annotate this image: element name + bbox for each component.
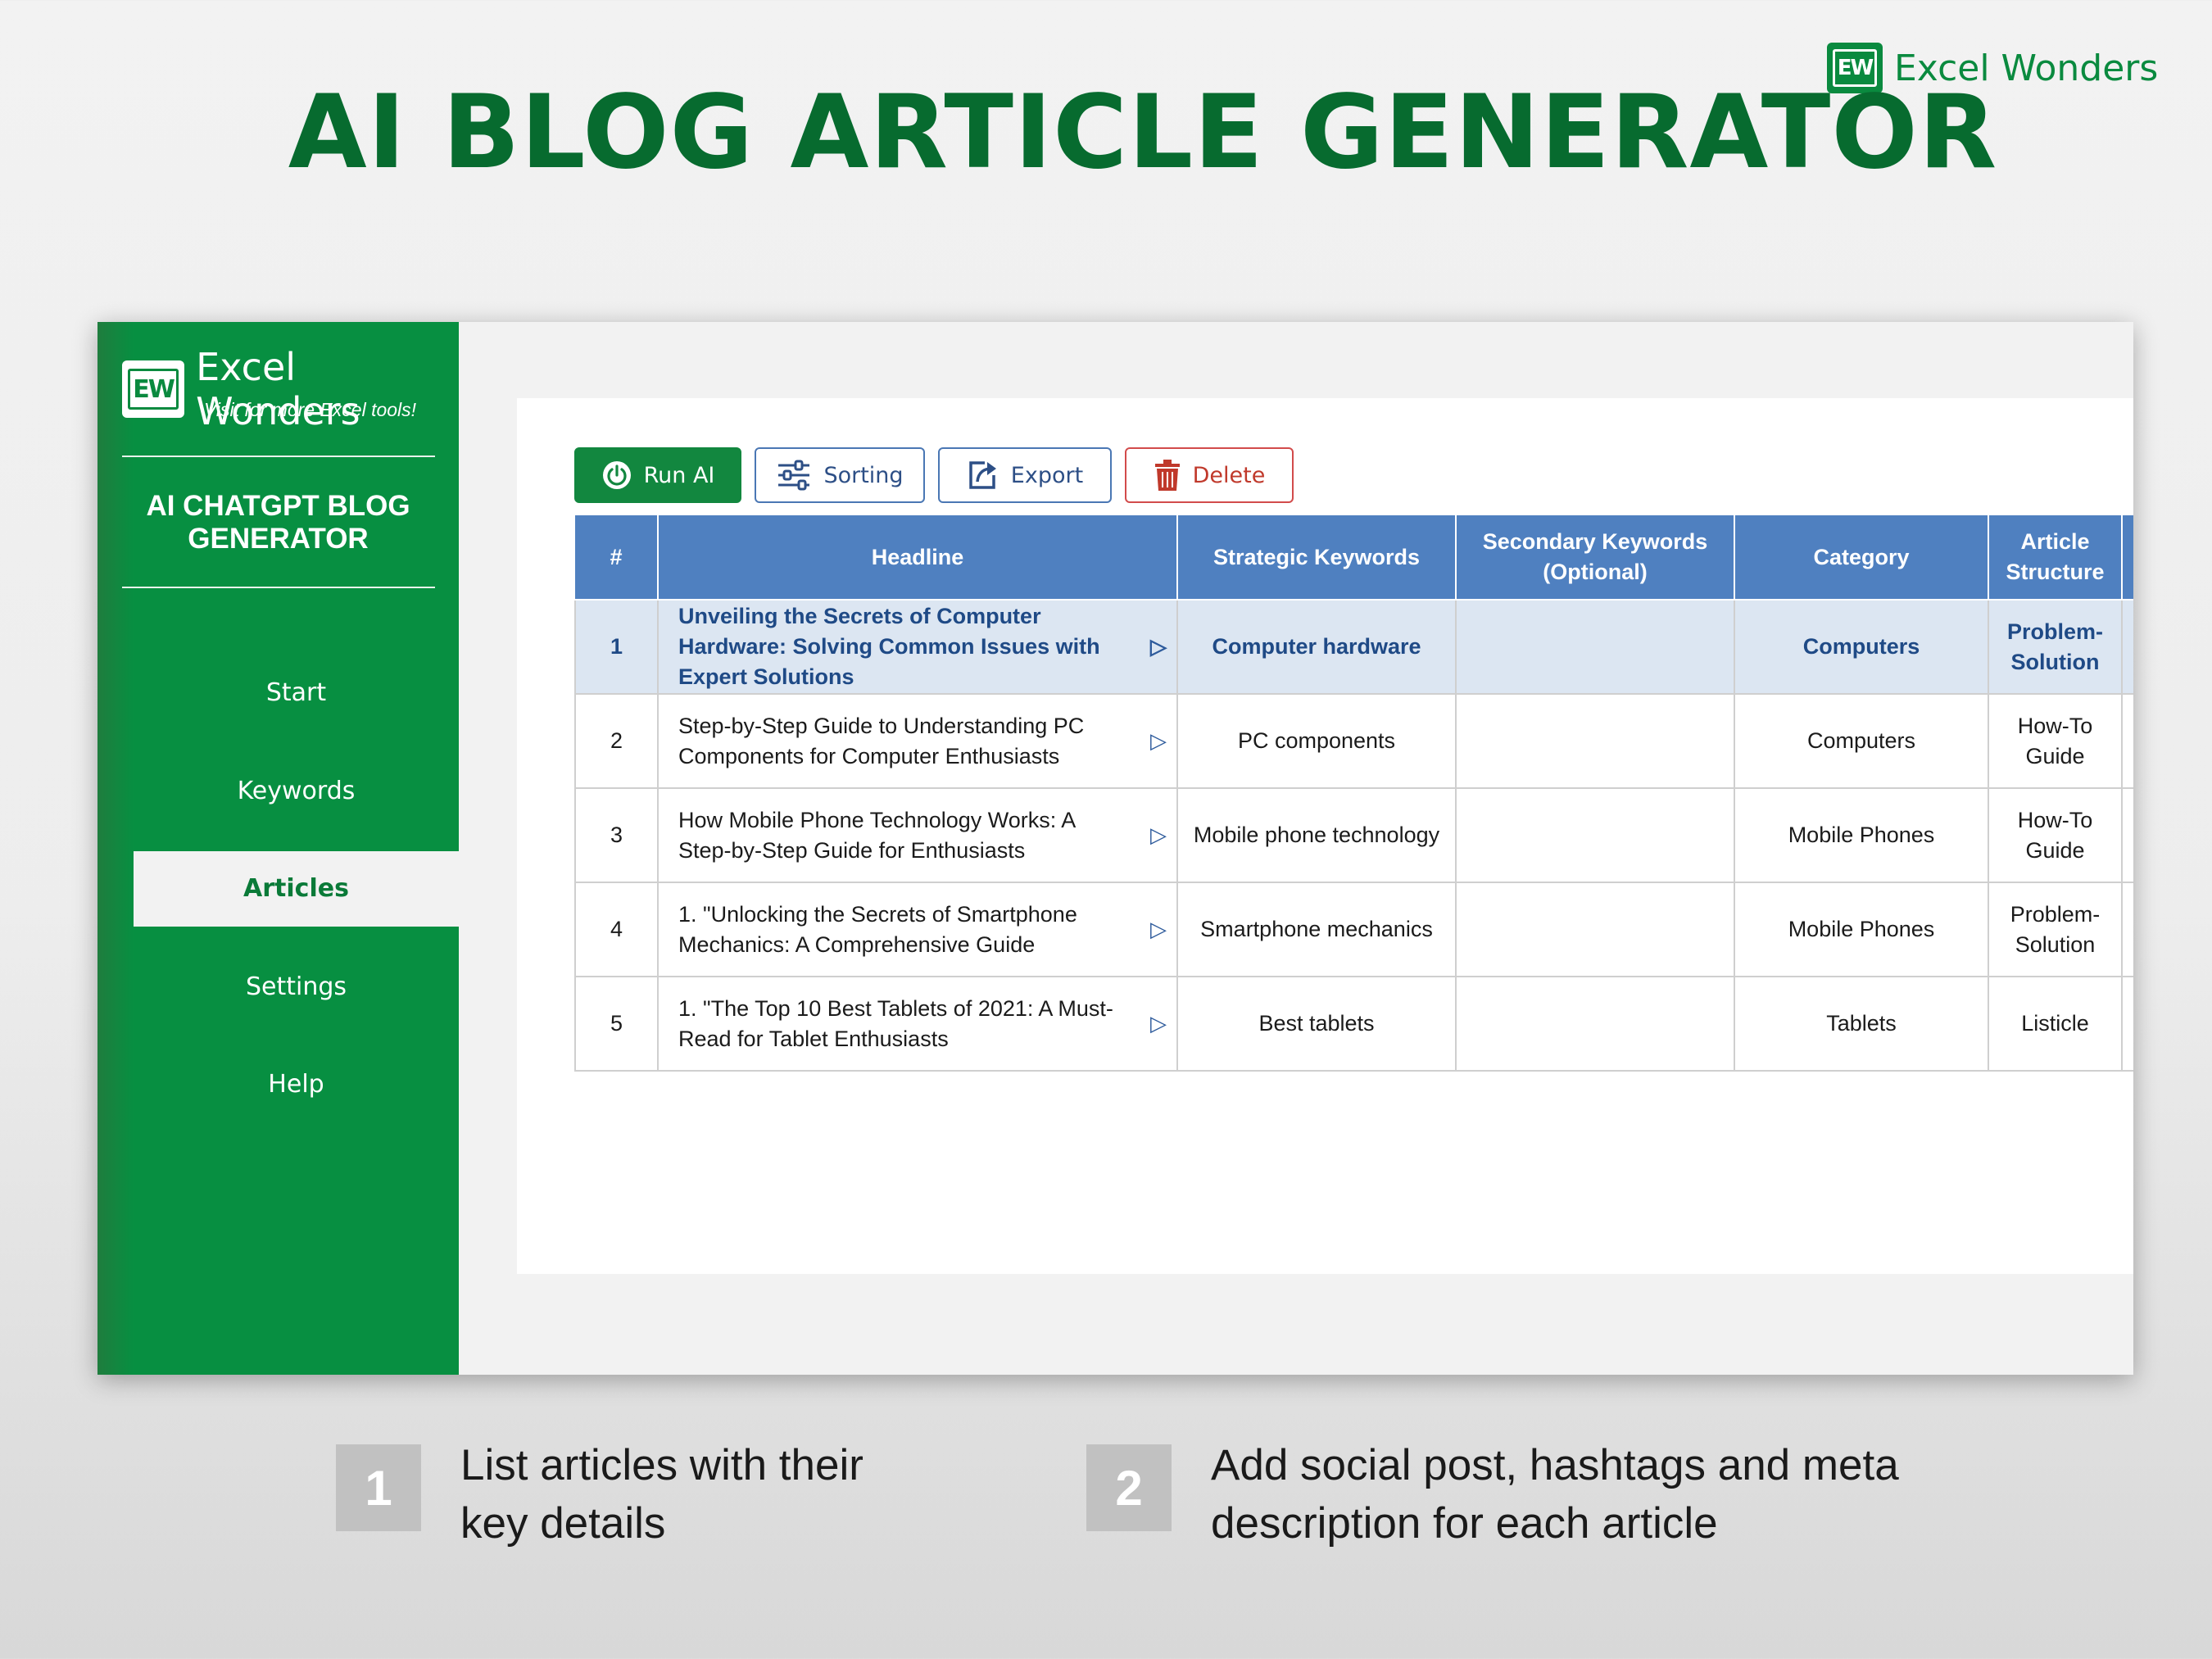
table-row[interactable]: 2 Step-by-Step Guide to Understanding PC…	[574, 693, 2133, 789]
headline-text: 1. "Unlocking the Secrets of Smartphone …	[678, 901, 1077, 957]
headline-text: How Mobile Phone Technology Works: A Ste…	[678, 807, 1075, 863]
page-title: AI BLOG ARTICLE GENERATOR	[288, 74, 1998, 192]
feature-text-line1: List articles with their	[460, 1441, 863, 1489]
export-icon	[969, 461, 996, 489]
power-icon	[602, 461, 631, 489]
table-row[interactable]: 5 1. "The Top 10 Best Tablets of 2021: A…	[574, 976, 2133, 1072]
category-cell[interactable]: Mobile Phones	[1734, 787, 1989, 883]
strategic-keywords-cell[interactable]: Computer hardware	[1176, 599, 1457, 695]
article-structure-cell[interactable]: How-To Guide	[1988, 693, 2123, 789]
article-structure-cell[interactable]: How-To Guide	[1988, 787, 2123, 883]
play-icon[interactable]: ▷	[1119, 632, 1167, 662]
row-number: 4	[574, 882, 659, 977]
sorting-label: Sorting	[823, 462, 904, 488]
row-number: 2	[574, 693, 659, 789]
app-title: AI CHATGPT BLOG GENERATOR	[97, 490, 459, 555]
trash-icon	[1154, 460, 1180, 491]
play-icon[interactable]: ▷	[1119, 914, 1167, 945]
sidebar-item-help[interactable]: Help	[134, 1047, 459, 1122]
sidebar-tagline-link[interactable]: Visit for more Excel tools!	[204, 399, 416, 421]
feature-text: List articles with their key details	[460, 1436, 863, 1552]
feature-1: 1 List articles with their key details	[336, 1441, 863, 1552]
column-header-category[interactable]: Category	[1734, 515, 1989, 601]
article-structure-cell[interactable]: Problem-Solution	[1988, 599, 2123, 695]
app-title-line1: AI CHATGPT BLOG	[146, 490, 410, 522]
category-cell[interactable]: Computers	[1734, 693, 1989, 789]
row-number: 1	[574, 599, 659, 695]
strategic-keywords-cell[interactable]: Mobile phone technology	[1176, 787, 1457, 883]
column-header-number[interactable]: #	[575, 515, 659, 601]
row-number: 5	[574, 976, 659, 1072]
headline-text: Unveiling the Secrets of Computer Hardwa…	[678, 604, 1100, 689]
headline-cell[interactable]: How Mobile Phone Technology Works: A Ste…	[657, 787, 1178, 883]
feature-text-line2: key details	[460, 1499, 666, 1548]
play-icon[interactable]: ▷	[1119, 1009, 1167, 1039]
run-ai-label: Run AI	[643, 462, 715, 488]
strategic-keywords-cell[interactable]: Best tablets	[1176, 976, 1457, 1072]
column-header-article-structure[interactable]: Article Structure	[1988, 515, 2123, 601]
headline-text: 1. "The Top 10 Best Tablets of 2021: A M…	[678, 995, 1113, 1051]
table-header-row: # Headline Strategic Keywords Secondary …	[575, 515, 2133, 601]
logo-mark: EW	[128, 369, 179, 410]
column-header-strategic-keywords[interactable]: Strategic Keywords	[1176, 515, 1457, 601]
play-icon[interactable]: ▷	[1119, 820, 1167, 850]
sidebar-divider	[122, 456, 435, 457]
overflow-cell	[2121, 693, 2133, 789]
sidebar-item-keywords[interactable]: Keywords	[134, 754, 459, 829]
delete-label: Delete	[1192, 462, 1266, 488]
column-header-headline[interactable]: Headline	[657, 515, 1178, 601]
row-number: 3	[574, 787, 659, 883]
feature-text-line1: Add social post, hashtags and meta	[1211, 1441, 1899, 1489]
column-header-secondary-keywords[interactable]: Secondary Keywords (Optional)	[1455, 515, 1735, 601]
toolbar: Run AI Sorting Export Delete	[574, 447, 1294, 503]
secondary-keywords-cell[interactable]	[1455, 599, 1735, 695]
feature-number-badge: 1	[336, 1444, 421, 1531]
sidebar-divider	[122, 587, 435, 588]
sorting-button[interactable]: Sorting	[755, 447, 925, 503]
sidebar: EW Excel Wonders Visit for more Excel to…	[97, 322, 459, 1375]
strategic-keywords-cell[interactable]: PC components	[1176, 693, 1457, 789]
overflow-cell	[2121, 976, 2133, 1072]
table-row[interactable]: 1 Unveiling the Secrets of Computer Hard…	[574, 599, 2133, 695]
headline-cell[interactable]: 1. "Unlocking the Secrets of Smartphone …	[657, 882, 1178, 977]
headline-text: Step-by-Step Guide to Understanding PC C…	[678, 713, 1085, 768]
articles-table: # Headline Strategic Keywords Secondary …	[574, 515, 2133, 1072]
feature-number-badge: 2	[1086, 1444, 1172, 1531]
feature-text: Add social post, hashtags and meta descr…	[1211, 1436, 1899, 1552]
table-row[interactable]: 4 1. "Unlocking the Secrets of Smartphon…	[574, 882, 2133, 977]
overflow-cell	[2121, 882, 2133, 977]
overflow-cell	[2121, 787, 2133, 883]
export-label: Export	[1010, 462, 1084, 488]
category-cell[interactable]: Tablets	[1734, 976, 1989, 1072]
headline-cell[interactable]: Step-by-Step Guide to Understanding PC C…	[657, 693, 1178, 789]
export-button[interactable]: Export	[938, 447, 1112, 503]
secondary-keywords-cell[interactable]	[1455, 787, 1735, 883]
delete-button[interactable]: Delete	[1125, 447, 1294, 503]
headline-cell[interactable]: 1. "The Top 10 Best Tablets of 2021: A M…	[657, 976, 1178, 1072]
overflow-cell	[2121, 599, 2133, 695]
sliders-icon	[778, 460, 810, 491]
sidebar-item-settings[interactable]: Settings	[134, 950, 459, 1025]
article-structure-cell[interactable]: Problem-Solution	[1988, 882, 2123, 977]
run-ai-button[interactable]: Run AI	[574, 447, 741, 503]
play-icon[interactable]: ▷	[1119, 726, 1167, 756]
articles-panel: Run AI Sorting Export Delete # Headline …	[517, 398, 2133, 1274]
feature-text-line2: description for each article	[1211, 1499, 1718, 1548]
column-header-overflow	[2121, 515, 2133, 601]
table-row[interactable]: 3 How Mobile Phone Technology Works: A S…	[574, 787, 2133, 883]
app-title-line2: GENERATOR	[188, 523, 369, 555]
category-cell[interactable]: Computers	[1734, 599, 1989, 695]
excel-wonders-logo-icon: EW	[122, 360, 185, 418]
secondary-keywords-cell[interactable]	[1455, 693, 1735, 789]
strategic-keywords-cell[interactable]: Smartphone mechanics	[1176, 882, 1457, 977]
category-cell[interactable]: Mobile Phones	[1734, 882, 1989, 977]
secondary-keywords-cell[interactable]	[1455, 976, 1735, 1072]
app-window: EW Excel Wonders Visit for more Excel to…	[97, 322, 2133, 1375]
headline-cell[interactable]: Unveiling the Secrets of Computer Hardwa…	[657, 599, 1178, 695]
article-structure-cell[interactable]: Listicle	[1988, 976, 2123, 1072]
feature-2: 2 Add social post, hashtags and meta des…	[1086, 1441, 1899, 1552]
secondary-keywords-cell[interactable]	[1455, 882, 1735, 977]
sidebar-item-start[interactable]: Start	[134, 655, 459, 731]
sidebar-item-articles[interactable]: Articles	[134, 851, 459, 927]
